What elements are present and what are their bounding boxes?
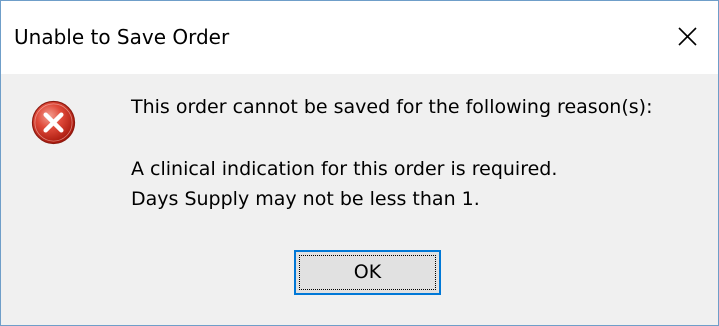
error-icon <box>31 100 76 145</box>
close-icon <box>678 27 697 46</box>
focus-rectangle <box>299 255 436 290</box>
ok-button[interactable]: OK <box>294 250 441 295</box>
dialog-title: Unable to Save Order <box>14 25 230 49</box>
close-button[interactable] <box>656 1 718 74</box>
reason-clinical-indication: A clinical indication for this order is … <box>131 158 558 180</box>
reason-days-supply: Days Supply may not be less than 1. <box>131 188 480 210</box>
message-heading: This order cannot be saved for the follo… <box>131 96 653 118</box>
error-dialog: Unable to Save Order This order cannot b… <box>0 0 719 326</box>
dialog-titlebar[interactable]: Unable to Save Order <box>1 1 718 74</box>
